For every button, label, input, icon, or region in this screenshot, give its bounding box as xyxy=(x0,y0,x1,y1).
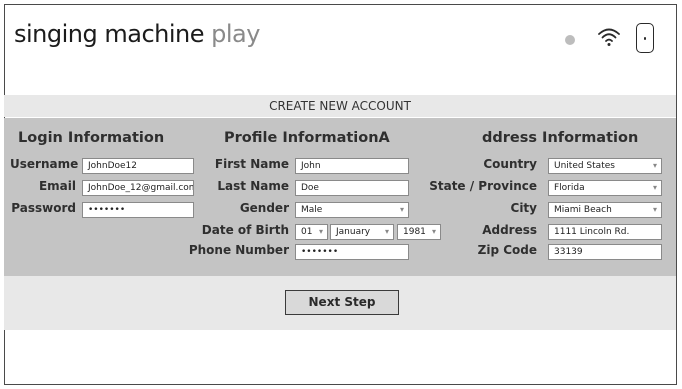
city-value: Miami Beach xyxy=(554,205,612,215)
phone-label: Phone Number xyxy=(188,243,289,257)
city-select[interactable]: Miami Beach xyxy=(548,202,662,218)
last-name-label: Last Name xyxy=(217,179,289,193)
password-label: Password xyxy=(11,201,76,215)
dob-month-select[interactable]: January xyxy=(330,224,394,240)
brand-logo: singing machine play xyxy=(14,20,260,48)
status-dot-icon xyxy=(565,35,575,45)
username-label: Username xyxy=(10,157,79,171)
dob-day-select[interactable]: 01 xyxy=(295,224,328,240)
state-select[interactable]: Florida xyxy=(548,180,662,196)
city-label: City xyxy=(510,201,537,215)
page-title: CREATE NEW ACCOUNT xyxy=(4,95,676,117)
country-select[interactable]: United States xyxy=(548,158,662,174)
email-label: Email xyxy=(38,179,76,193)
zip-field[interactable]: 33139 xyxy=(548,244,662,260)
gender-value: Male xyxy=(301,205,323,215)
phone-field[interactable]: ••••••• xyxy=(295,244,409,260)
zip-label: Zip Code xyxy=(477,243,537,257)
country-label: Country xyxy=(483,157,537,171)
wifi-icon[interactable] xyxy=(598,27,620,47)
login-section-title: Login Information xyxy=(18,130,165,146)
username-field[interactable]: JohnDoe12 xyxy=(82,158,194,174)
last-name-field[interactable]: Doe xyxy=(295,180,409,196)
dob-month-value: January xyxy=(336,227,371,237)
phone-icon[interactable] xyxy=(636,23,654,53)
state-value: Florida xyxy=(554,183,585,193)
gender-select[interactable]: Male xyxy=(295,202,409,218)
profile-section-title: Profile InformationA xyxy=(224,130,390,146)
gender-label: Gender xyxy=(239,201,289,215)
address-field[interactable]: 1111 Lincoln Rd. xyxy=(548,224,662,240)
brand-main: singing machine xyxy=(14,20,205,48)
state-label: State / Province xyxy=(429,179,537,193)
next-step-button[interactable]: Next Step xyxy=(285,290,399,315)
address-label: Address xyxy=(482,223,537,237)
dob-day-value: 01 xyxy=(301,227,313,237)
password-field[interactable]: ••••••• xyxy=(82,202,194,218)
first-name-label: First Name xyxy=(214,157,289,171)
dob-label: Date of Birth xyxy=(201,223,289,237)
country-value: United States xyxy=(554,161,615,171)
address-section-title: ddress Information xyxy=(482,130,639,146)
first-name-field[interactable]: John xyxy=(295,158,409,174)
email-field[interactable]: JohnDoe_12@gmail.com xyxy=(82,180,194,196)
brand-accent: play xyxy=(211,20,260,48)
